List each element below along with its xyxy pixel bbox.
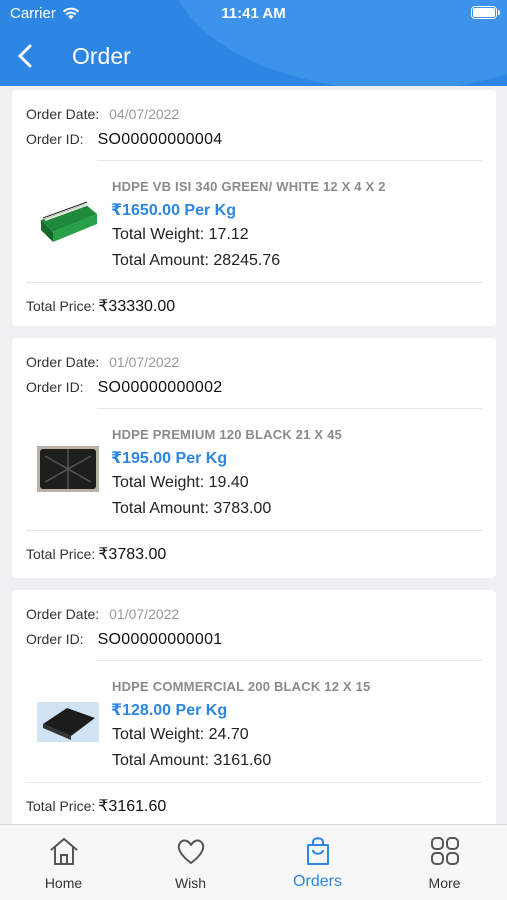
- product-name: HDPE PREMIUM 120 BLACK 21 X 45: [112, 427, 342, 442]
- order-id-label: Order ID:: [26, 631, 84, 647]
- total-price-value: ₹3783.00: [98, 546, 167, 563]
- divider: [26, 782, 482, 783]
- order-date-row: Order Date: 01/07/2022: [26, 354, 179, 370]
- order-id-row: Order ID: SO00000000001: [26, 631, 222, 649]
- total-price-label: Total Price:: [26, 298, 96, 314]
- order-id-value: SO00000000001: [97, 631, 223, 648]
- divider: [97, 160, 482, 161]
- black-tarp-icon: [37, 702, 99, 742]
- total-price-label: Total Price:: [26, 546, 96, 562]
- order-id-row: Order ID: SO00000000004: [26, 131, 222, 149]
- total-price-row: Total Price: ₹33330.00: [26, 296, 175, 316]
- product-price: ₹128.00 Per Kg: [111, 702, 228, 719]
- status-bar: Carrier 11:41 AM: [0, 0, 507, 26]
- total-price-value: ₹3161.60: [98, 798, 167, 815]
- total-amount: Total Amount: 3783.00: [112, 500, 272, 517]
- grid-icon: [431, 837, 459, 865]
- order-date-label: Order Date:: [26, 354, 100, 370]
- status-time: 11:41 AM: [221, 5, 286, 22]
- tab-home[interactable]: Home: [0, 825, 127, 900]
- home-icon: [50, 838, 78, 865]
- order-list[interactable]: Order Date: 04/07/2022 Order ID: SO0000000…: [0, 86, 507, 824]
- order-id-label: Order ID:: [26, 131, 84, 147]
- bottom-tab-bar: Home Wish Orders More: [0, 824, 507, 900]
- total-price-row: Total Price: ₹3783.00: [26, 544, 166, 564]
- order-id-row: Order ID: SO00000000002: [26, 379, 222, 397]
- total-amount: Total Amount: 3161.60: [112, 752, 272, 769]
- tab-more[interactable]: More: [381, 825, 507, 900]
- total-price-label: Total Price:: [26, 798, 96, 814]
- order-date-value: 04/07/2022: [109, 106, 180, 122]
- product-name: HDPE COMMERCIAL 200 BLACK 12 X 15: [112, 679, 371, 694]
- tab-home-label: Home: [44, 875, 83, 891]
- order-id-value: SO00000000004: [97, 131, 223, 148]
- order-id-label: Order ID:: [26, 379, 84, 395]
- tab-orders-label: Orders: [293, 873, 342, 890]
- order-date-row: Order Date: 04/07/2022: [26, 106, 179, 122]
- divider: [26, 530, 482, 531]
- total-amount: Total Amount: 28245.76: [112, 252, 281, 269]
- total-price-value: ₹33330.00: [98, 298, 176, 315]
- divider: [97, 660, 482, 661]
- green-bag-icon: [41, 201, 97, 242]
- divider: [26, 282, 482, 283]
- order-date-value: 01/07/2022: [109, 606, 180, 622]
- product-price: ₹1650.00 Per Kg: [111, 202, 236, 219]
- page-title: Order: [72, 43, 131, 69]
- total-price-row: Total Price: ₹3161.60: [26, 796, 166, 816]
- tab-orders[interactable]: Orders: [254, 825, 381, 900]
- order-card[interactable]: Order Date: 01/07/2022 Order ID: SO0000000…: [12, 338, 496, 578]
- total-weight: Total Weight: 19.40: [112, 474, 249, 491]
- tab-more-label: More: [428, 875, 461, 891]
- divider: [97, 408, 482, 409]
- heart-icon: [177, 839, 205, 864]
- product-name: HDPE VB ISI 340 GREEN/ WHITE 12 X 4 X 2: [112, 179, 386, 194]
- black-sheet-icon: [37, 446, 99, 492]
- order-date-label: Order Date:: [26, 106, 100, 122]
- back-arrow-icon[interactable]: [14, 42, 38, 70]
- order-card[interactable]: Order Date: 01/07/2022 Order ID: SO0000000…: [12, 590, 496, 824]
- order-date-row: Order Date: 01/07/2022: [26, 606, 179, 622]
- product-price: ₹195.00 Per Kg: [111, 450, 228, 467]
- tab-wish-label: Wish: [174, 875, 207, 891]
- total-weight: Total Weight: 17.12: [112, 226, 249, 243]
- shopping-bag-icon: [307, 837, 329, 865]
- total-weight: Total Weight: 24.70: [112, 726, 249, 743]
- order-date-value: 01/07/2022: [109, 354, 180, 370]
- order-date-label: Order Date:: [26, 606, 100, 622]
- app-header: Carrier 11:41 AM Order: [0, 0, 507, 86]
- order-card[interactable]: Order Date: 04/07/2022 Order ID: SO0000000…: [12, 90, 496, 326]
- order-id-value: SO00000000002: [97, 379, 223, 396]
- tab-wish[interactable]: Wish: [127, 825, 254, 900]
- battery-icon: [471, 6, 500, 19]
